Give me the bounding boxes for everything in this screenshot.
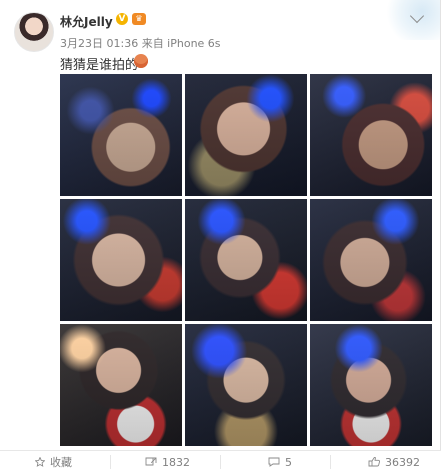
photo-thumbnail[interactable] xyxy=(185,199,307,321)
action-divider xyxy=(330,455,331,469)
photo-thumbnail[interactable] xyxy=(310,199,432,321)
post-text: 猜猜是谁拍的 xyxy=(60,58,139,73)
share-icon xyxy=(145,457,157,466)
emoji-icon xyxy=(134,54,148,68)
username[interactable]: 林允Jelly xyxy=(60,13,113,30)
crown-icon: ♛ xyxy=(132,13,146,25)
like-button[interactable]: 36392 xyxy=(368,455,420,469)
photo-thumbnail[interactable] xyxy=(60,74,182,196)
star-icon xyxy=(35,457,45,467)
photo-grid xyxy=(60,74,435,449)
share-count: 1832 xyxy=(162,455,190,469)
photo-thumbnail[interactable] xyxy=(60,324,182,446)
like-icon xyxy=(368,457,380,467)
top-right-decoration xyxy=(380,0,440,40)
weibo-post-card: 林允Jelly V ♛ 3月23日 01:36 来自 iPhone 6s 猜猜是… xyxy=(0,0,441,473)
avatar[interactable] xyxy=(14,12,54,52)
action-divider xyxy=(110,455,111,469)
photo-thumbnail[interactable] xyxy=(185,324,307,446)
post-actions-bar: 收藏 1832 5 36392 xyxy=(0,450,441,473)
photo-thumbnail[interactable] xyxy=(310,74,432,196)
comment-button[interactable]: 5 xyxy=(268,455,292,469)
photo-thumbnail[interactable] xyxy=(185,74,307,196)
photo-thumbnail[interactable] xyxy=(310,324,432,446)
favorite-button[interactable]: 收藏 xyxy=(35,455,72,469)
comment-icon xyxy=(268,457,280,467)
favorite-label: 收藏 xyxy=(50,456,72,469)
like-count: 36392 xyxy=(385,455,420,469)
photo-thumbnail[interactable] xyxy=(60,199,182,321)
post-meta: 3月23日 01:36 来自 iPhone 6s xyxy=(60,37,221,50)
verified-badge: V xyxy=(116,13,128,25)
share-button[interactable]: 1832 xyxy=(145,455,190,469)
comment-count: 5 xyxy=(285,455,292,469)
action-divider xyxy=(220,455,221,469)
